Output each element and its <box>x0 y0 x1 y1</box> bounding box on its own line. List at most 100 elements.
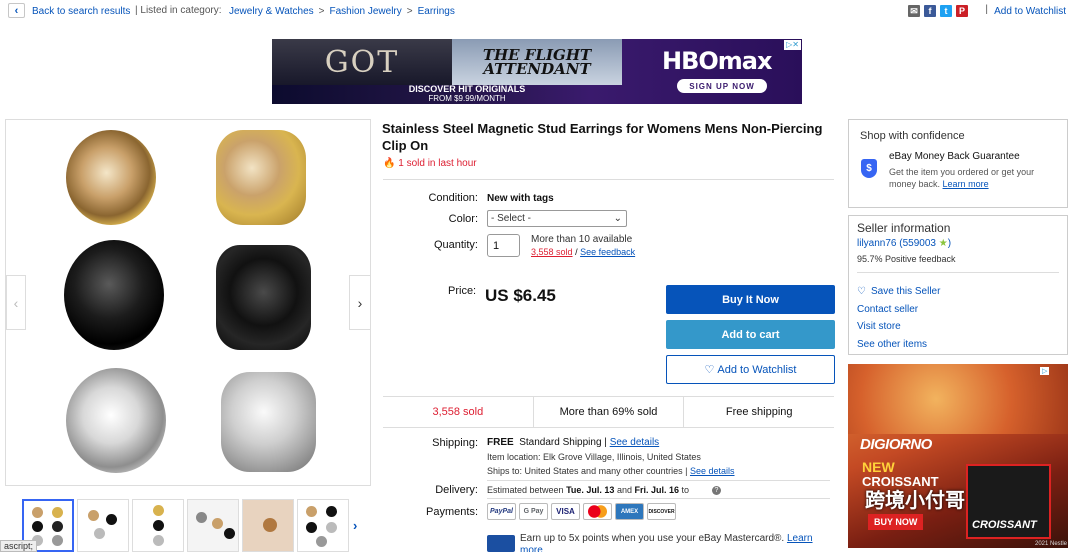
chevron-down-icon: ⌄ <box>613 213 622 224</box>
gallery-next-button[interactable]: › <box>349 275 371 330</box>
product-title: Stainless Steel Magnetic Stud Earrings f… <box>382 121 823 153</box>
pinterest-icon[interactable]: P <box>956 5 968 17</box>
twitter-icon[interactable]: t <box>940 5 952 17</box>
seller-links: ♡ Save this Seller Contact seller Visit s… <box>857 283 940 353</box>
ad-buy-now-button[interactable]: BUY NOW <box>868 514 924 530</box>
money-back-guarantee-title: eBay Money Back Guarantee <box>889 151 1020 162</box>
add-to-cart-button[interactable]: Add to cart <box>666 320 835 349</box>
breadcrumb-earrings[interactable]: Earrings <box>418 6 455 17</box>
divider <box>487 480 830 481</box>
price-value: US $6.45 <box>485 286 556 305</box>
ships-to-text: Ships to: United States and many other c… <box>487 466 688 476</box>
delivery-estimate: Estimated between Tue. Jul. 13 and Fri. … <box>487 485 689 495</box>
hbomax-ad-banner[interactable]: GOT THE FLIGHT ATTENDANT HBOmax SIGN UP … <box>272 39 802 104</box>
thumbnail-next-button[interactable]: › <box>353 518 357 533</box>
seller-score-link[interactable]: (559003 <box>899 238 936 249</box>
seller-name-line: lilyann76 (559003 ★) <box>857 238 951 249</box>
breadcrumb-jewelry-watches[interactable]: Jewelry & Watches <box>229 6 314 17</box>
ad-flight-text: THE FLIGHT ATTENDANT <box>482 46 592 78</box>
add-to-watchlist-label: Add to Watchlist <box>717 363 797 376</box>
ad-price-text: FROM $9.99/MONTH <box>428 94 506 103</box>
ad-fine-print: 2021 Nestle <box>1035 541 1068 547</box>
quantity-input[interactable]: 1 <box>487 234 520 257</box>
delivery-suffix: to <box>681 485 690 495</box>
breadcrumb-separator: > <box>406 6 413 17</box>
digiorno-logo: DIGIORNO <box>860 436 932 453</box>
ad-choices-icon[interactable]: ▷ <box>1040 367 1050 375</box>
delivery-end: Fri. Jul. 16 <box>634 485 680 495</box>
delivery-start: Tue. Jul. 13 <box>566 485 615 495</box>
back-to-search-link[interactable]: Back to search results <box>32 6 130 17</box>
thumbnail-3[interactable] <box>132 499 184 552</box>
stat-percent-sold: More than 69% sold <box>534 397 685 427</box>
see-other-items-link[interactable]: See other items <box>857 336 927 354</box>
breadcrumb-fashion-jewelry[interactable]: Fashion Jewelry <box>330 6 402 17</box>
ad-discover-text: DISCOVER HIT ORIGINALS <box>408 84 526 94</box>
see-feedback-link[interactable]: See feedback <box>580 247 635 257</box>
earn-points-message: Earn up to 5x points when you use your e… <box>520 533 785 544</box>
delivery-prefix: Estimated between <box>487 485 564 495</box>
separator: | <box>985 4 988 15</box>
shipping-free: FREE <box>487 437 514 448</box>
heart-icon: ♡ <box>704 364 715 376</box>
status-bar-text: ascript; <box>0 540 38 552</box>
divider <box>383 179 834 180</box>
thumbnail-6[interactable] <box>297 499 349 552</box>
amex-icon: AMEX <box>615 503 644 520</box>
digiorno-ad[interactable]: DIGIORNO NEW CROISSANT CROISSANT BUY NOW <box>848 364 1068 548</box>
shipping-method: Standard Shipping | <box>519 437 607 448</box>
save-seller-link[interactable]: Save this Seller <box>871 283 940 301</box>
quantity-links: 3,558 sold / See feedback <box>531 247 635 257</box>
sold-count-link[interactable]: 3,558 sold <box>531 247 573 257</box>
seller-score-close: ) <box>947 238 952 249</box>
black-earring-front <box>64 240 164 350</box>
thumbnail-2[interactable] <box>77 499 129 552</box>
shop-with-confidence-title: Shop with confidence <box>860 130 965 142</box>
hbomax-logo: HBOmax <box>662 47 772 75</box>
thumbnail-5[interactable] <box>242 499 294 552</box>
money-back-guarantee-text: Get the item you ordered or get your mon… <box>889 166 1059 190</box>
color-label: Color: <box>448 213 478 225</box>
stat-free-shipping: Free shipping <box>725 406 793 418</box>
mbg-learn-more-link[interactable]: Learn more <box>943 179 989 189</box>
fire-icon: 🔥 <box>383 158 396 169</box>
facebook-icon[interactable]: f <box>924 5 936 17</box>
contact-seller-link[interactable]: Contact seller <box>857 301 918 319</box>
color-select[interactable]: - Select - ⌄ <box>487 210 627 227</box>
money-back-shield-icon: $ <box>861 159 877 178</box>
add-to-watchlist-button[interactable]: ♡ Add to Watchlist <box>666 355 835 384</box>
buy-it-now-button[interactable]: Buy It Now <box>666 285 835 314</box>
seller-positive-feedback: 95.7% Positive feedback <box>857 254 956 264</box>
main-product-image[interactable] <box>5 119 371 486</box>
item-location: Item location: Elk Grove Village, Illino… <box>487 452 701 462</box>
back-arrow-icon[interactable]: ‹ <box>8 3 25 18</box>
shipping-label: Shipping: <box>432 437 478 449</box>
email-icon[interactable]: ✉ <box>908 5 920 17</box>
condition-label: Condition: <box>428 192 478 204</box>
top-add-to-watchlist-link[interactable]: Add to Watchlist <box>994 6 1066 17</box>
visit-store-link[interactable]: Visit store <box>857 318 901 336</box>
ad-got-text: GOT <box>324 44 400 80</box>
color-select-value: - Select - <box>491 213 532 224</box>
sold-last-hour: 🔥 1 sold in last hour <box>383 158 477 169</box>
share-icons: ✉ f t P <box>908 5 968 17</box>
divider <box>857 272 1059 273</box>
google-pay-icon: G Pay <box>519 503 548 520</box>
divider <box>487 498 830 499</box>
breadcrumb-separator: > <box>318 6 325 17</box>
listed-in-category-label: | Listed in category: <box>135 5 222 16</box>
ad-signup-button[interactable]: SIGN UP NOW <box>677 79 767 93</box>
gallery-prev-button[interactable]: ‹ <box>6 275 26 330</box>
thumbnail-4[interactable] <box>187 499 239 552</box>
gold-earring-front <box>66 130 156 225</box>
shipping-line: FREE Standard Shipping | See details <box>487 437 659 448</box>
info-icon[interactable]: ? <box>712 486 721 495</box>
ships-to-see-details-link[interactable]: See details <box>690 466 735 476</box>
payments-label: Payments: <box>426 506 478 518</box>
seller-name-link[interactable]: lilyann76 <box>857 238 896 249</box>
shipping-see-details-link[interactable]: See details <box>610 437 659 448</box>
sold-last-hour-text: 1 sold in last hour <box>398 158 477 169</box>
ad-choices-icon[interactable]: ▷✕ <box>784 40 801 50</box>
star-icon: ★ <box>938 238 948 249</box>
paypal-icon: PayPal <box>487 503 516 520</box>
